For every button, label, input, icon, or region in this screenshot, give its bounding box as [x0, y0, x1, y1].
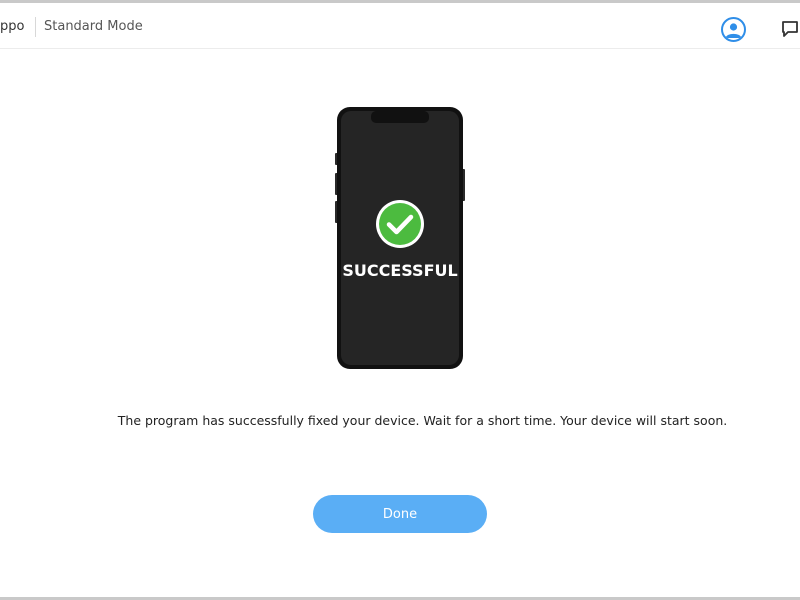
user-avatar-icon[interactable] — [721, 17, 746, 42]
app-brand-label: ppo — [0, 19, 25, 34]
title-bar: ppo Standard Mode — [0, 3, 800, 49]
status-message: The program has successfully fixed your … — [117, 413, 728, 428]
done-button[interactable]: Done — [313, 495, 487, 533]
mode-label: Standard Mode — [44, 19, 143, 34]
header-divider — [35, 17, 36, 37]
success-status-label: SUCCESSFUL — [342, 261, 458, 280]
check-circle-icon — [376, 200, 424, 248]
chat-feedback-icon[interactable] — [780, 19, 800, 39]
app-window: ppo Standard Mode SUCCESSFUL The program… — [0, 0, 800, 600]
